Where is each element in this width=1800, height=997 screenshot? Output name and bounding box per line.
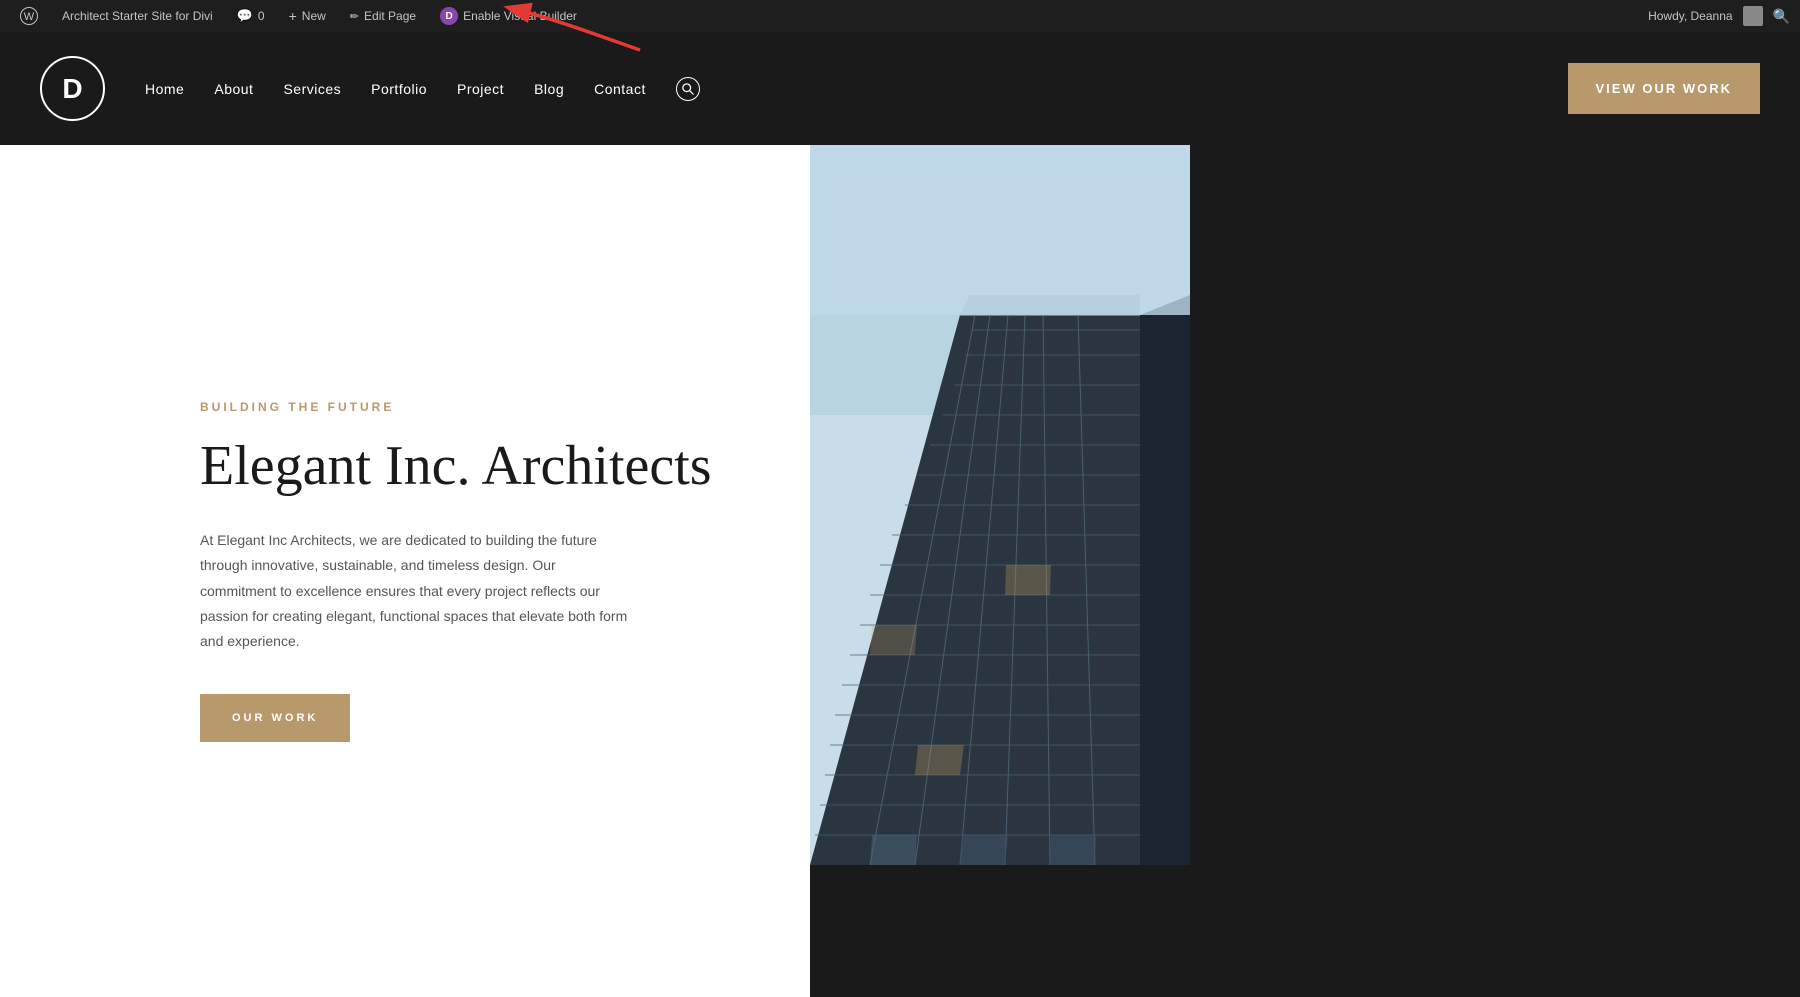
nav-about[interactable]: About	[214, 81, 253, 97]
wordpress-icon: W	[20, 7, 38, 25]
hero-title: Elegant Inc. Architects	[200, 434, 730, 498]
howdy-label: Howdy, Deanna	[1648, 9, 1733, 23]
admin-bar-right: Howdy, Deanna 🔍	[1648, 6, 1790, 26]
site-name-item[interactable]: Architect Starter Site for Divi	[52, 0, 223, 32]
nav-home[interactable]: Home	[145, 81, 184, 97]
site-name-label: Architect Starter Site for Divi	[62, 9, 213, 23]
nav-services[interactable]: Services	[283, 81, 341, 97]
new-item[interactable]: + New	[279, 0, 336, 32]
hero-right-panel	[810, 145, 1800, 997]
site-header: D Home About Services Portfolio Project …	[0, 32, 1800, 145]
edit-page-label: Edit Page	[364, 9, 416, 23]
new-label: New	[302, 9, 326, 23]
nav-contact[interactable]: Contact	[594, 81, 646, 97]
site-logo[interactable]: D	[40, 56, 105, 121]
divi-icon: D	[440, 7, 458, 25]
search-icon[interactable]: 🔍	[1773, 8, 1790, 25]
hero-left-panel: BUILDING THE FUTURE Elegant Inc. Archite…	[0, 145, 810, 997]
content-area: BUILDING THE FUTURE Elegant Inc. Archite…	[0, 145, 1800, 997]
hero-subtitle: BUILDING THE FUTURE	[200, 400, 730, 414]
enable-visual-builder-label: Enable Visual Builder	[463, 9, 577, 23]
wp-logo-item[interactable]: W	[10, 0, 48, 32]
comment-icon: 💬	[237, 8, 253, 24]
hero-description: At Elegant Inc Architects, we are dedica…	[200, 528, 630, 654]
nav-portfolio[interactable]: Portfolio	[371, 81, 427, 97]
user-avatar[interactable]	[1743, 6, 1763, 26]
admin-bar: W Architect Starter Site for Divi 💬 0 + …	[0, 0, 1800, 32]
building-image	[810, 145, 1190, 865]
pencil-icon: ✏	[350, 10, 359, 23]
site-nav: Home About Services Portfolio Project Bl…	[145, 77, 1568, 101]
plus-icon: +	[289, 8, 297, 24]
admin-bar-left: W Architect Starter Site for Divi 💬 0 + …	[10, 0, 1648, 32]
view-our-work-button[interactable]: VIEW OUR WORK	[1568, 63, 1761, 114]
nav-project[interactable]: Project	[457, 81, 504, 97]
comments-item[interactable]: 💬 0	[227, 0, 275, 32]
svg-text:W: W	[24, 11, 35, 23]
comments-count: 0	[258, 9, 265, 23]
site-wrapper: D Home About Services Portfolio Project …	[0, 32, 1800, 997]
enable-visual-builder-item[interactable]: D Enable Visual Builder	[430, 0, 587, 32]
edit-page-item[interactable]: ✏ Edit Page	[340, 0, 426, 32]
search-icon[interactable]	[676, 77, 700, 101]
our-work-button[interactable]: OUR WORK	[200, 694, 350, 742]
nav-blog[interactable]: Blog	[534, 81, 564, 97]
